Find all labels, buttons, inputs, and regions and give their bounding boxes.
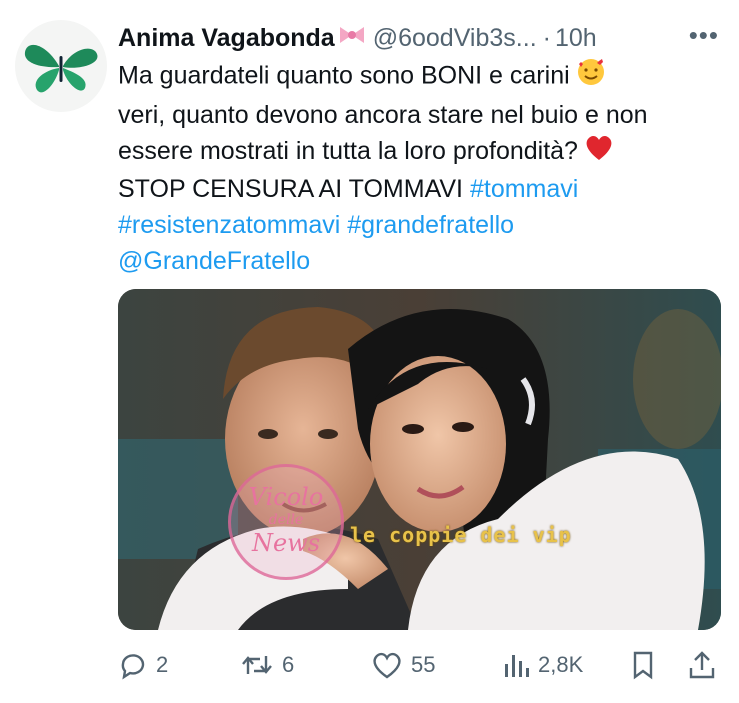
tweet-line-3: essere mostrati in tutta la loro profond…	[118, 133, 718, 171]
watermark-right: le coppie dei vip	[350, 523, 572, 547]
reply-button[interactable]: 2	[118, 645, 168, 685]
tweet-line-1: Ma guardateli quanto sono BONI e carini	[118, 57, 718, 97]
hashtag-link[interactable]: #tommavi	[470, 175, 578, 203]
tweet-line-4: STOP CENSURA AI TOMMAVI #tommavi	[118, 171, 718, 207]
tweet-actions: 2 6 55 2,8K	[118, 645, 718, 685]
tweet-line-6: @GrandeFratello	[118, 243, 718, 279]
share-button[interactable]	[688, 645, 716, 685]
tweet-text-segment: STOP CENSURA AI TOMMAVI	[118, 175, 464, 204]
bookmark-icon	[633, 651, 653, 680]
red-heart-icon	[584, 133, 614, 171]
like-count: 55	[411, 652, 436, 677]
timestamp[interactable]: 10h	[555, 24, 597, 53]
bookmark-button[interactable]	[630, 645, 656, 685]
retweet-icon	[242, 656, 272, 674]
tweet-header: Anima Vagabonda @6oodVib3s... · 10h •••	[118, 18, 719, 58]
views-count: 2,8K	[538, 652, 584, 677]
heart-icon	[373, 652, 401, 679]
author-handle[interactable]: @6oodVib3s...	[373, 24, 537, 53]
avatar[interactable]	[15, 20, 107, 112]
separator-dot: ·	[542, 23, 551, 52]
more-icon[interactable]: •••	[689, 20, 719, 51]
watermark-left-line2: delle	[268, 512, 304, 528]
mention-link[interactable]: @GrandeFratello	[118, 247, 310, 275]
share-icon	[689, 651, 715, 679]
tweet-text-segment: Ma guardateli quanto sono BONI e carini	[118, 61, 570, 90]
watermark-left-line3: News	[251, 529, 321, 557]
reply-count: 2	[156, 652, 169, 677]
tweet-text: Ma guardateli quanto sono BONI e carini …	[118, 57, 718, 279]
tweet-photo[interactable]: Vicolo delle News le coppie dei vip	[118, 289, 721, 630]
tweet-line-5: #resistenzatommavi #grandefratello	[118, 207, 718, 243]
ribbon-bow-icon	[337, 24, 367, 53]
views-icon	[505, 655, 529, 677]
watermark-left: Vicolo delle News	[228, 464, 344, 580]
hashtag-link[interactable]: #resistenzatommavi	[118, 211, 340, 239]
butterfly-icon	[15, 20, 107, 112]
smiling-face-hearts-icon	[576, 57, 606, 97]
tweet-line-2: veri, quanto devono ancora stare nel bui…	[118, 101, 648, 129]
hashtag-link[interactable]: #grandefratello	[347, 211, 514, 239]
reply-icon	[121, 654, 145, 680]
retweet-count: 6	[282, 652, 295, 677]
author-name[interactable]: Anima Vagabonda	[118, 24, 335, 53]
like-button[interactable]: 55	[371, 645, 435, 685]
retweet-button[interactable]: 6	[240, 645, 294, 685]
watermark-left-line1: Vicolo	[248, 483, 324, 511]
views-button[interactable]: 2,8K	[502, 645, 583, 685]
photo-illustration	[118, 289, 721, 630]
tweet-text-segment: essere mostrati in tutta la loro profond…	[118, 137, 578, 165]
